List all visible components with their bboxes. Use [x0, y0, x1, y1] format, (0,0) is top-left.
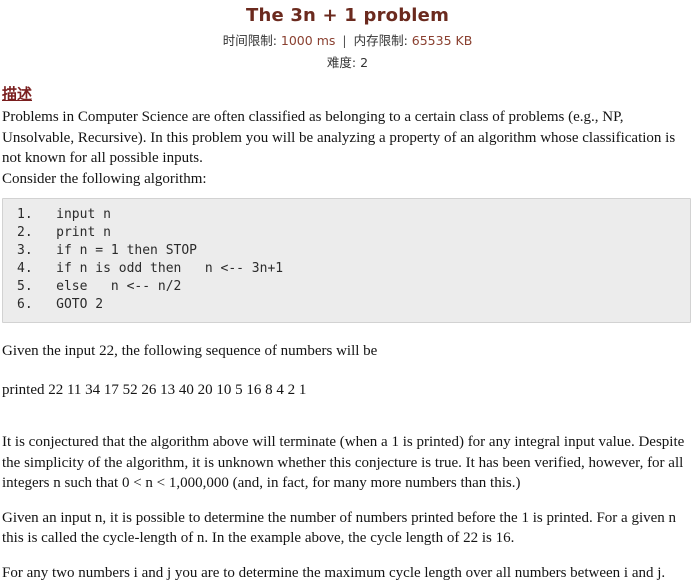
problem-header: The 3n + 1 problem 时间限制: 1000 ms | 内存限制:…: [0, 0, 695, 72]
spacer: [0, 549, 695, 563]
memory-limit-value: 65535 KB: [412, 33, 473, 48]
problem-limits: 时间限制: 1000 ms | 内存限制: 65535 KB: [0, 31, 695, 50]
description-paragraph-2: Consider the following algorithm:: [0, 169, 695, 190]
spacer: [0, 422, 695, 432]
memory-limit-label: 内存限制:: [354, 33, 408, 48]
meta-separator: |: [339, 33, 349, 48]
problem-difficulty: 难度: 2: [0, 50, 695, 72]
description-paragraph-5: It is conjectured that the algorithm abo…: [0, 432, 695, 494]
description-paragraph-3: Given the input 22, the following sequen…: [0, 341, 695, 362]
code-line: 3. if n = 1 then STOP: [3, 242, 690, 260]
code-line: 6. GOTO 2: [3, 296, 690, 314]
code-line: 5. else n <-- n/2: [3, 278, 690, 296]
code-line: 1. input n: [3, 206, 690, 224]
description-paragraph-7: For any two numbers i and j you are to d…: [0, 563, 695, 583]
spacer: [0, 362, 695, 380]
algorithm-code-block: 1. input n 2. print n 3. if n = 1 then S…: [2, 198, 691, 323]
section-heading-description: 描述: [0, 72, 695, 107]
problem-page: The 3n + 1 problem 时间限制: 1000 ms | 内存限制:…: [0, 0, 695, 583]
description-paragraph-6: Given an input n, it is possible to dete…: [0, 508, 695, 549]
description-paragraph-4: printed 22 11 34 17 52 26 13 40 20 10 5 …: [0, 380, 695, 401]
spacer: [0, 494, 695, 508]
description-paragraph-1: Problems in Computer Science are often c…: [0, 107, 695, 169]
time-limit-value: 1000 ms: [281, 33, 335, 48]
code-line: 2. print n: [3, 224, 690, 242]
difficulty-value: 2: [360, 55, 368, 70]
spacer: [0, 400, 695, 422]
spacer: [0, 323, 695, 341]
code-line: 4. if n is odd then n <-- 3n+1: [3, 260, 690, 278]
page-title: The 3n + 1 problem: [0, 3, 695, 31]
difficulty-label: 难度:: [327, 55, 356, 70]
time-limit-label: 时间限制:: [223, 33, 277, 48]
